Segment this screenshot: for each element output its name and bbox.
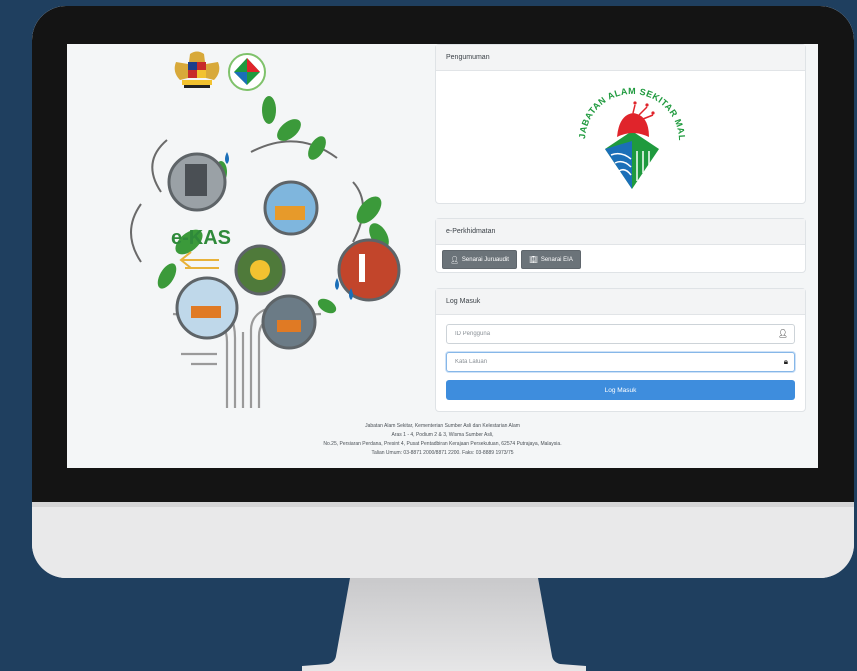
footer-line-4: Talian Umum: 03-8871 2000/8871 2200. Fak…	[371, 450, 514, 456]
branding-area: e-KAS	[67, 44, 429, 414]
footer-line-2: Aras 1 - 4, Podium 2 & 3, Wisma Sumber A…	[391, 432, 494, 438]
footer: Jabatan Alam Sekitar, Kementerian Sumber…	[67, 422, 818, 458]
user-icon: 👤︎	[450, 256, 459, 264]
user-id-field: 👤︎	[446, 324, 795, 344]
list-eia-label: Senarai EIA	[540, 256, 573, 263]
services-body: 👤︎ Senarai Juruaudit 🏢︎ Senarai EIA	[436, 245, 805, 274]
login-form: 👤︎ 🔒︎ Log Masuk	[436, 315, 805, 400]
monitor-chin	[32, 502, 854, 578]
lock-icon: 🔒︎	[783, 357, 788, 366]
e-kas-environment-tree-icon: e-KAS	[101, 92, 401, 410]
e-kas-logo-icon	[227, 52, 267, 92]
announcement-body: JABATAN ALAM SEKITAR MALAYSIA	[436, 63, 805, 203]
password-field: 🔒︎	[446, 352, 795, 372]
user-id-input[interactable]	[447, 325, 794, 343]
monitor-stand	[302, 578, 586, 671]
services-panel: e-Perkhidmatan 👤︎ Senarai Juruaudit 🏢︎ S…	[435, 218, 806, 273]
list-eia-button[interactable]: 🏢︎ Senarai EIA	[520, 250, 581, 269]
services-title: e-Perkhidmatan	[436, 219, 805, 245]
announcement-title: Pengumuman	[436, 45, 805, 71]
building-icon: 🏢︎	[528, 256, 538, 264]
jabatan-alam-sekitar-logo-icon: JABATAN ALAM SEKITAR MALAYSIA	[564, 63, 697, 201]
eikas-wordmark: e-KAS	[171, 227, 231, 249]
announcement-panel: Pengumuman JABATAN ALAM SEKITAR MALAYSIA	[435, 44, 806, 204]
login-button[interactable]: Log Masuk	[446, 380, 795, 400]
footer-line-3: No.25, Persiaran Perdana, Presint 4, Pus…	[323, 441, 562, 447]
malaysia-coat-of-arms-icon	[168, 50, 226, 90]
list-auditors-button[interactable]: 👤︎ Senarai Juruaudit	[442, 250, 517, 269]
password-input[interactable]	[447, 353, 794, 371]
user-icon: 👤︎	[777, 329, 788, 338]
login-title: Log Masuk	[436, 289, 805, 315]
footer-line-1: Jabatan Alam Sekitar, Kementerian Sumber…	[365, 423, 520, 429]
login-panel: Log Masuk 👤︎ 🔒︎ Log Masuk	[435, 288, 806, 412]
app-screen: e-KAS Pengumuman JABATAN ALAM SEKITAR MA…	[67, 44, 818, 468]
list-auditors-label: Senarai Juruaudit	[461, 256, 509, 263]
